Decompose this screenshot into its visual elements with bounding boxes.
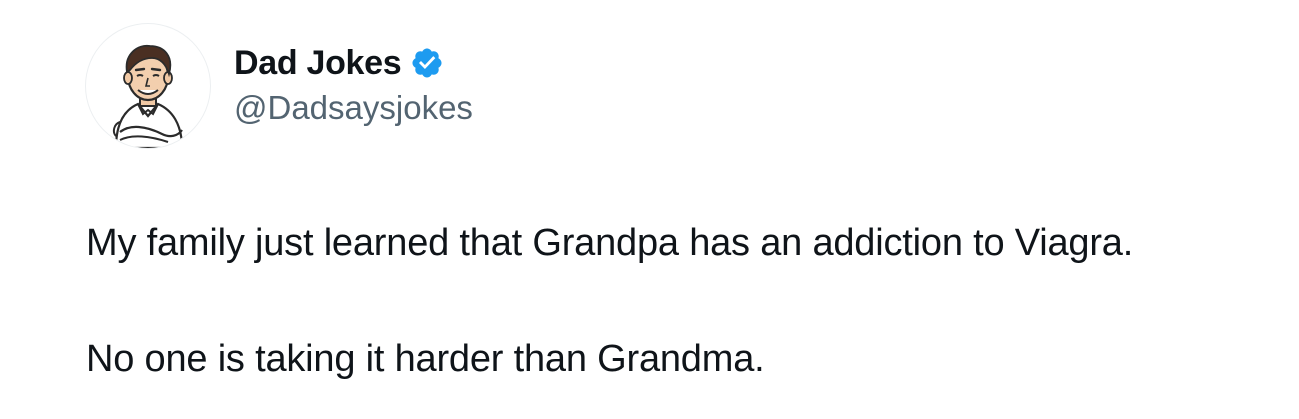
- tweet-text-line: No one is taking it harder than Grandma.: [86, 338, 765, 380]
- tweet: Dad Jokes @Dadsaysjokes My family just l…: [0, 0, 1299, 419]
- author-display-name[interactable]: Dad Jokes: [234, 44, 402, 83]
- author-avatar[interactable]: [86, 24, 210, 148]
- author-handle[interactable]: @Dadsaysjokes: [234, 89, 473, 127]
- verified-badge-icon: [410, 46, 444, 80]
- tweet-text-line: My family just learned that Grandpa has …: [86, 222, 1134, 264]
- author-info: Dad Jokes @Dadsaysjokes: [234, 38, 473, 127]
- name-row: Dad Jokes: [234, 38, 473, 88]
- cartoon-man-avatar-icon: [112, 44, 184, 148]
